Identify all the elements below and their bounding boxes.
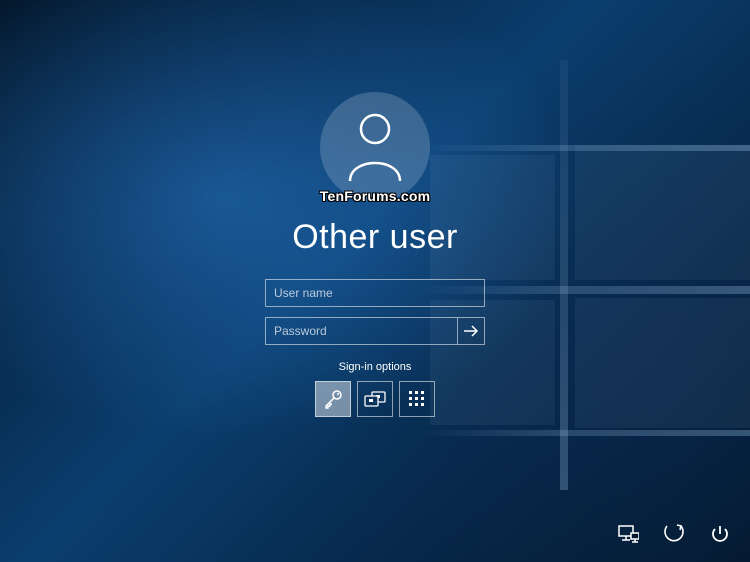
watermark-text: TenForums.com (320, 188, 430, 204)
signin-options (315, 381, 435, 417)
user-icon (344, 111, 406, 183)
password-input[interactable] (265, 317, 457, 345)
power-icon (710, 524, 730, 544)
ease-of-access-button[interactable] (658, 518, 690, 550)
signin-options-label: Sign-in options (339, 361, 412, 373)
user-display-name: Other user (292, 218, 458, 257)
ease-of-access-icon (663, 523, 685, 545)
submit-button[interactable] (457, 317, 485, 345)
password-row (265, 317, 485, 345)
signin-option-password[interactable] (315, 381, 351, 417)
bg-beam (420, 430, 750, 436)
network-button[interactable] (612, 518, 644, 550)
login-screen: TenForums.com Other user Sign-in options (0, 0, 750, 562)
system-tray (612, 518, 736, 550)
username-input[interactable] (265, 279, 485, 307)
key-icon (322, 388, 344, 410)
keypad-icon (408, 390, 426, 408)
login-panel: TenForums.com Other user Sign-in options (0, 92, 750, 417)
username-row (265, 279, 485, 307)
network-icon (617, 524, 639, 544)
credential-fields (265, 279, 485, 345)
signin-option-pin[interactable] (399, 381, 435, 417)
avatar (320, 92, 430, 202)
arrow-right-icon (463, 325, 479, 337)
power-button[interactable] (704, 518, 736, 550)
signin-option-smartcard[interactable] (357, 381, 393, 417)
smartcard-icon (364, 391, 386, 407)
